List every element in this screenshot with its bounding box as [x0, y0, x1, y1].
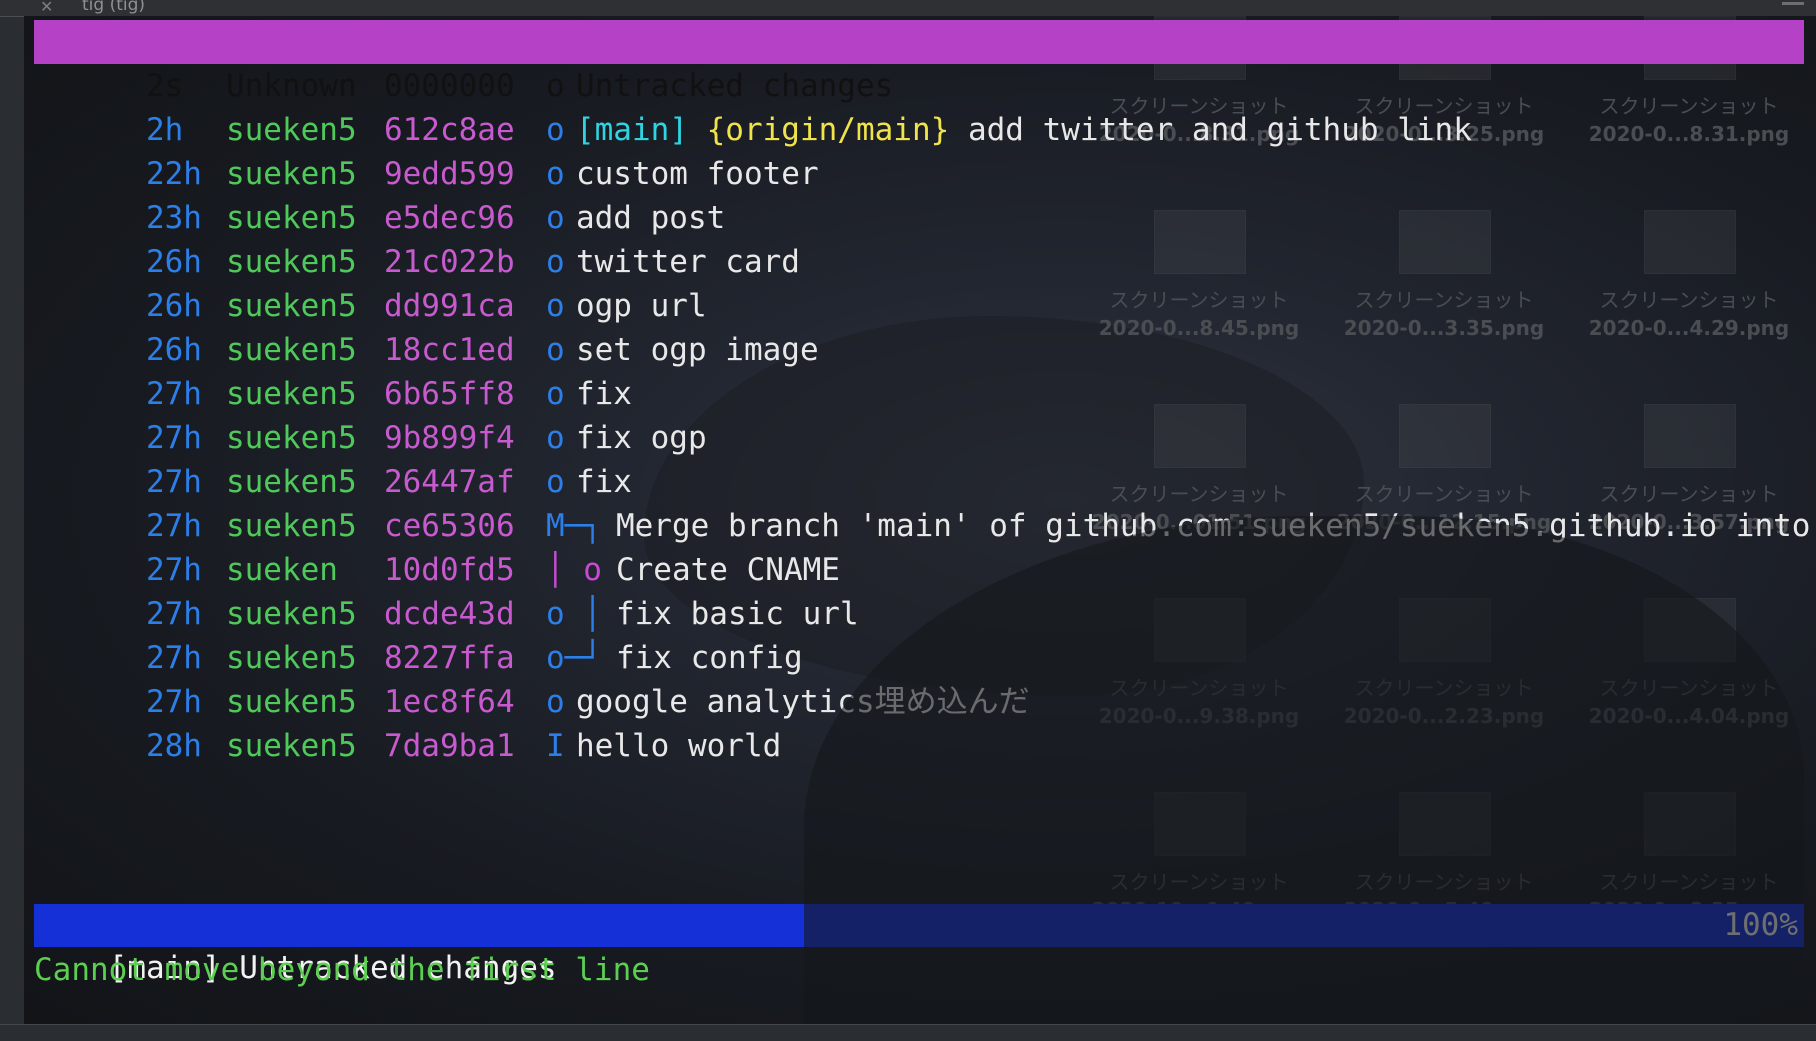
- file-thumbnail: [1154, 792, 1246, 856]
- commit-row[interactable]: 27h sueken5 26447af o fix: [34, 416, 1804, 500]
- file-label-bottom: 2020-0...4.04.png: [1588, 704, 1790, 728]
- commit-row[interactable]: 26h sueken5 18cc1ed o set ogp image: [34, 284, 1804, 368]
- file-label-top: スクリーンショット: [1109, 676, 1289, 700]
- bottom-window-edge: [0, 1024, 1816, 1041]
- commit-date: 28h: [145, 728, 202, 764]
- file-label: スクリーンショット 2020-0...2.23.png: [1329, 674, 1559, 730]
- file-label: スクリーンショット 2020-10...1.49.png: [1084, 868, 1314, 924]
- commit-row[interactable]: 27h sueken 10d0fd5 │ o Create CNAME: [34, 504, 1804, 588]
- window-title: tig (tig): [82, 0, 146, 15]
- desktop-file[interactable]: スクリーンショット 2020-0...2.23.png: [1329, 526, 1559, 728]
- tig-main-view[interactable]: 2s Unknown 0000000 o Untracked changes 2h sue…: [34, 20, 1810, 764]
- commit-row[interactable]: 27h sueken5 ce65306 M─┐ Merge branch 'main' …: [34, 460, 1810, 544]
- close-icon[interactable]: ✕: [40, 0, 53, 16]
- file-thumbnail: [1399, 598, 1491, 662]
- file-label-top: スクリーンショット: [1599, 676, 1779, 700]
- commit-row-selected[interactable]: 2s Unknown 0000000 o Untracked changes: [34, 20, 1804, 104]
- commit-graph: I: [545, 728, 565, 764]
- commit-row[interactable]: 2h sueken5 612c8ae o [main] {origin/main} ad…: [34, 64, 1804, 148]
- tig-message-line: Cannot move beyond the first line: [34, 952, 650, 988]
- file-label-top: スクリーンショット: [1354, 870, 1534, 894]
- commit-hash: 7da9ba1: [383, 728, 515, 764]
- file-label: スクリーンショット 2020-0...5.40.png: [1329, 868, 1559, 924]
- file-label-bottom: 2020-0...8.35.png: [1588, 898, 1790, 922]
- terminal-window[interactable]: スクリーンショット 2020-0...8.31.png スクリーンショット 2020-…: [24, 16, 1816, 1024]
- file-label-top: スクリーンショット: [1109, 870, 1289, 894]
- file-thumbnail: [1154, 598, 1246, 662]
- file-thumbnail: [1644, 792, 1736, 856]
- commit-row[interactable]: 28h sueken5 7da9ba1 Ihello world: [34, 680, 1804, 764]
- tig-status-bar: [main] Untracked changes 100%: [34, 904, 1804, 986]
- file-label: スクリーンショット 2020-0...4.04.png: [1574, 674, 1804, 730]
- left-edge: [0, 0, 25, 1040]
- file-label-bottom: 2020-0...9.38.png: [1098, 704, 1300, 728]
- file-label-bottom: 2020-10...1.49.png: [1091, 898, 1307, 922]
- commit-row[interactable]: 26h sueken5 21c022b o twitter card: [34, 196, 1804, 280]
- commit-author: sueken5: [225, 728, 357, 764]
- commit-row[interactable]: 27h sueken5 9b899f4 o fix ogp: [34, 372, 1804, 456]
- file-label-top: スクリーンショット: [1354, 676, 1534, 700]
- desktop-file[interactable]: スクリーンショット 2020-0...5.40.png: [1329, 720, 1559, 922]
- commit-row[interactable]: 23h sueken5 e5dec96 o add post: [34, 152, 1804, 236]
- commit-row[interactable]: 27h sueken5 dcde43d o │ fix basic url: [34, 548, 1804, 632]
- commit-row[interactable]: 27h sueken5 8227ffa o─┘ fix config: [34, 592, 1804, 676]
- commit-message: hello world: [575, 728, 782, 764]
- desktop-file[interactable]: スクリーンショット 2020-10...1.49.png: [1084, 720, 1314, 922]
- commit-row[interactable]: 27h sueken5 6b65ff8 o fix: [34, 328, 1804, 412]
- commit-row[interactable]: 22h sueken5 9edd599 o custom footer: [34, 108, 1804, 192]
- minimize-icon[interactable]: [1782, 2, 1804, 5]
- commit-row[interactable]: 27h sueken5 1ec8f64 o google analytics埋め込んだ: [34, 636, 1804, 720]
- commit-row[interactable]: 26h sueken5 dd991ca o ogp url: [34, 240, 1804, 324]
- window-titlebar: ✕ tig (tig): [0, 0, 1816, 17]
- file-label-bottom: 2020-0...2.23.png: [1343, 704, 1545, 728]
- file-thumbnail: [1399, 792, 1491, 856]
- file-label-top: スクリーンショット: [1599, 870, 1779, 894]
- scroll-percent: 100%: [1723, 907, 1798, 943]
- file-label: スクリーンショット 2020-0...9.38.png: [1084, 674, 1314, 730]
- desktop-file[interactable]: スクリーンショット 2020-0...9.38.png: [1084, 526, 1314, 728]
- file-label-bottom: 2020-0...5.40.png: [1343, 898, 1545, 922]
- desktop-file[interactable]: スクリーンショット 2020-0...8.35.png: [1574, 720, 1804, 922]
- file-label: スクリーンショット 2020-0...8.35.png: [1574, 868, 1804, 924]
